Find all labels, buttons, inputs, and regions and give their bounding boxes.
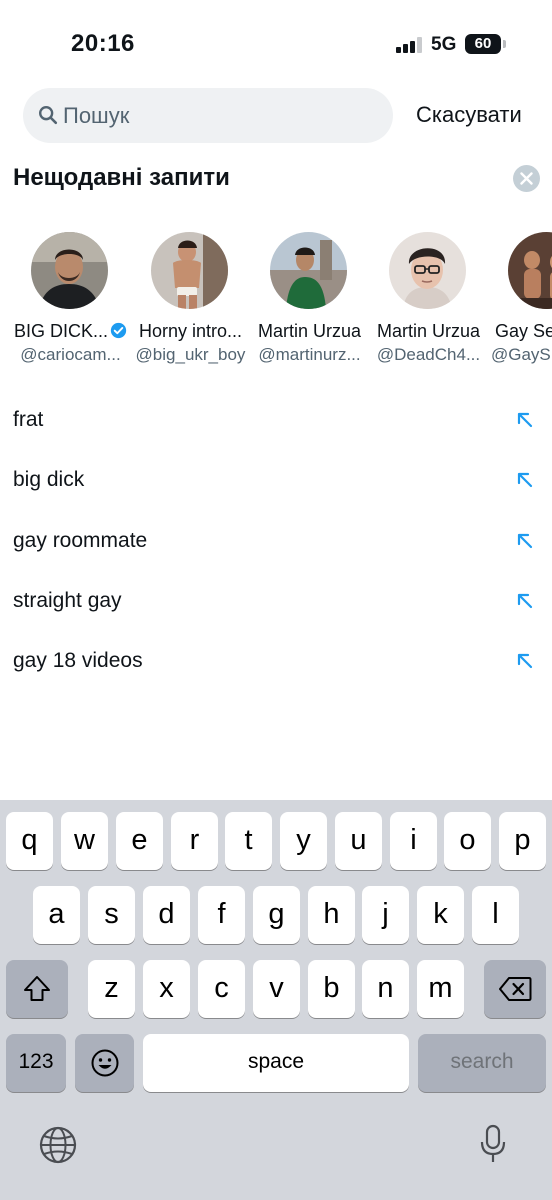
- recent-query[interactable]: frat: [0, 390, 552, 450]
- search-icon: [39, 106, 58, 125]
- key-p[interactable]: p: [499, 812, 546, 870]
- shift-icon: [24, 976, 50, 1001]
- key-v[interactable]: v: [253, 960, 300, 1018]
- key-z[interactable]: z: [88, 960, 135, 1018]
- status-bar: 20:16 5G 60: [0, 0, 552, 88]
- recent-query-text: big dick: [13, 468, 85, 491]
- arrow-up-left-icon[interactable]: [516, 471, 534, 489]
- account-name: Martin Urzua: [257, 321, 362, 341]
- verified-badge-icon: [110, 322, 127, 339]
- avatar: [508, 232, 552, 309]
- recent-query-text: gay 18 videos: [13, 649, 143, 672]
- recent-account[interactable]: BIG DICK... @cariocam...: [11, 232, 130, 372]
- recent-accounts-carousel[interactable]: BIG DICK... @cariocam... Horny intro... …: [0, 232, 552, 372]
- battery-icon: 60: [465, 34, 501, 54]
- backspace-icon: [499, 977, 532, 1001]
- account-handle: @cariocam...: [20, 345, 121, 364]
- key-r[interactable]: r: [171, 812, 218, 870]
- recent-query-text: straight gay: [13, 589, 122, 612]
- key-j[interactable]: j: [362, 886, 409, 944]
- account-handle: @big_ukr_boy: [135, 345, 246, 364]
- key-y[interactable]: y: [280, 812, 327, 870]
- emoji-key[interactable]: [75, 1034, 134, 1092]
- key-q[interactable]: q: [6, 812, 53, 870]
- key-g[interactable]: g: [253, 886, 300, 944]
- key-c[interactable]: c: [198, 960, 245, 1018]
- key-k[interactable]: k: [417, 886, 464, 944]
- key-m[interactable]: m: [417, 960, 464, 1018]
- avatar: [31, 232, 108, 309]
- recent-query[interactable]: straight gay: [0, 571, 552, 631]
- search-input[interactable]: [63, 88, 383, 143]
- arrow-up-left-icon[interactable]: [516, 592, 534, 610]
- account-handle: @martinurz...: [258, 345, 361, 364]
- recent-account[interactable]: Martin Urzua @DeadCh4...: [369, 232, 488, 372]
- arrow-up-left-icon[interactable]: [516, 532, 534, 550]
- account-name: Martin Urzua: [376, 321, 481, 341]
- space-key[interactable]: space: [143, 1034, 409, 1092]
- on-screen-keyboard: q w e r t y u i o p a s d f g h j k l z …: [0, 800, 552, 1200]
- key-s[interactable]: s: [88, 886, 135, 944]
- shift-key[interactable]: [6, 960, 68, 1018]
- emoji-icon: [91, 1049, 118, 1077]
- clear-recent-button[interactable]: [513, 165, 540, 192]
- recent-searches-title: Нещодавні запити: [13, 164, 230, 191]
- account-name: Horny intro...: [138, 321, 243, 341]
- key-u[interactable]: u: [335, 812, 382, 870]
- clock: 20:16: [71, 30, 135, 57]
- recent-query-text: gay roommate: [13, 529, 148, 552]
- search-key[interactable]: search: [418, 1034, 546, 1092]
- key-n[interactable]: n: [362, 960, 409, 1018]
- avatar: [151, 232, 228, 309]
- key-i[interactable]: i: [390, 812, 437, 870]
- recent-query[interactable]: gay roommate: [0, 511, 552, 571]
- key-o[interactable]: o: [444, 812, 491, 870]
- key-a[interactable]: a: [33, 886, 80, 944]
- key-t[interactable]: t: [225, 812, 272, 870]
- recent-account[interactable]: Horny intro... @big_ukr_boy: [131, 232, 250, 372]
- cancel-button[interactable]: Скасувати: [416, 102, 522, 128]
- battery-cap: [503, 40, 506, 48]
- backspace-key[interactable]: [484, 960, 546, 1018]
- recent-query-text: frat: [13, 408, 44, 431]
- account-handle: @GayS: [491, 345, 551, 364]
- key-x[interactable]: x: [143, 960, 190, 1018]
- microphone-icon[interactable]: [479, 1124, 507, 1164]
- key-b[interactable]: b: [308, 960, 355, 1018]
- search-bar[interactable]: [23, 88, 393, 143]
- recent-account[interactable]: Martin Urzua @martinurz...: [250, 232, 369, 372]
- numbers-key[interactable]: 123: [6, 1034, 66, 1092]
- recent-account[interactable]: Gay Se @GayS: [488, 232, 552, 372]
- avatar: [270, 232, 347, 309]
- recent-query[interactable]: gay 18 videos: [0, 631, 552, 691]
- key-d[interactable]: d: [143, 886, 190, 944]
- key-l[interactable]: l: [472, 886, 519, 944]
- key-w[interactable]: w: [61, 812, 108, 870]
- account-handle: @DeadCh4...: [376, 345, 481, 364]
- cellular-signal-icon: [396, 37, 424, 53]
- key-f[interactable]: f: [198, 886, 245, 944]
- arrow-up-left-icon[interactable]: [516, 411, 534, 429]
- close-icon: [520, 172, 533, 185]
- avatar: [389, 232, 466, 309]
- globe-icon[interactable]: [39, 1126, 77, 1164]
- network-type: 5G: [431, 34, 457, 55]
- key-h[interactable]: h: [308, 886, 355, 944]
- key-e[interactable]: e: [116, 812, 163, 870]
- recent-query[interactable]: big dick: [0, 450, 552, 510]
- arrow-up-left-icon[interactable]: [516, 652, 534, 670]
- account-name: Gay Se: [495, 321, 552, 341]
- account-name: BIG DICK...: [11, 321, 130, 342]
